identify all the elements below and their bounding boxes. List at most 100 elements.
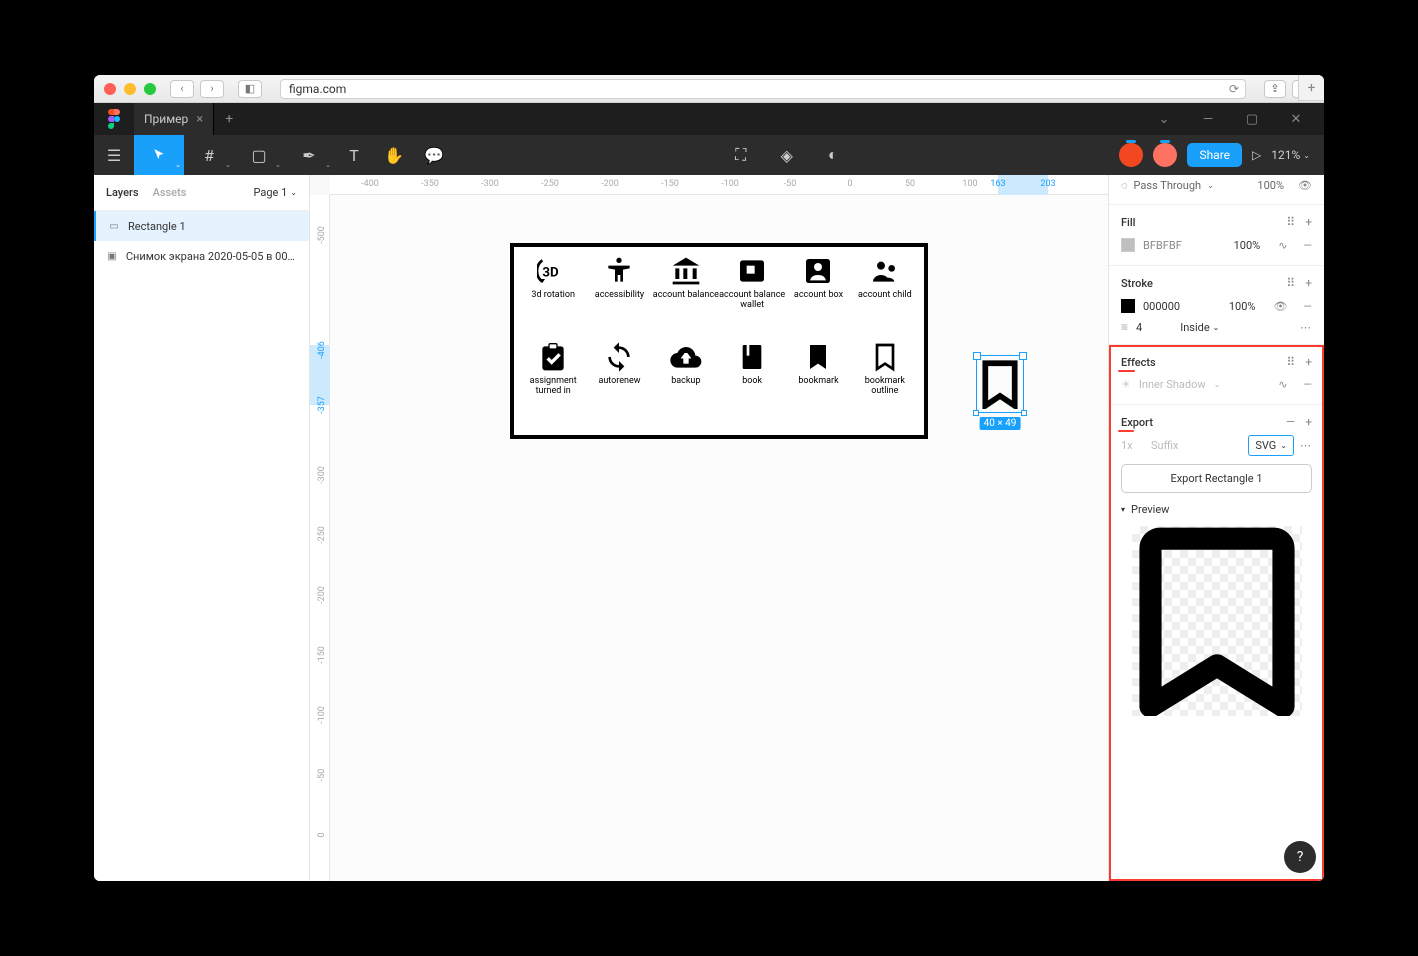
zoom-dropdown[interactable]: 121%⌄ xyxy=(1271,148,1310,162)
help-button[interactable]: ? xyxy=(1284,841,1316,873)
chevron-down-icon[interactable]: ⌄ xyxy=(1150,112,1178,127)
pen-tool[interactable]: ✒⌄ xyxy=(284,135,334,175)
icon-cell: backup xyxy=(653,341,719,427)
icon-cell: account box xyxy=(785,255,851,341)
visibility-icon[interactable]: 👁 xyxy=(1298,179,1312,192)
layer-opacity[interactable]: 100% xyxy=(1257,179,1284,192)
forward-button[interactable]: › xyxy=(200,80,224,98)
fill-hex[interactable]: BFBFBF xyxy=(1143,239,1182,252)
layer-blend-section: ◌ Pass Through ⌄ 100% 👁 xyxy=(1109,175,1324,205)
blend-mode[interactable]: Pass Through xyxy=(1134,179,1202,192)
pages-dropdown[interactable]: Page 1⌄ xyxy=(254,186,298,199)
document-tab[interactable]: Пример × xyxy=(134,103,214,135)
preview-toggle[interactable]: ▾ Preview xyxy=(1121,503,1312,516)
export-format-dropdown[interactable]: SVG⌄ xyxy=(1248,435,1294,456)
effect-type[interactable]: Inner Shadow xyxy=(1139,378,1206,391)
menu-button[interactable]: ☰ xyxy=(94,135,134,175)
stroke-advanced-icon[interactable]: ⋯ xyxy=(1300,321,1312,334)
share-icon[interactable]: ⇪ xyxy=(1264,80,1286,98)
selection-dimensions: 40 × 49 xyxy=(980,417,1021,430)
stroke-hex[interactable]: 000000 xyxy=(1143,300,1180,313)
edit-object-icon[interactable]: ⛶ xyxy=(721,135,761,175)
export-suffix[interactable]: Suffix xyxy=(1151,439,1242,452)
toolbar-right: Share ▷ 121%⌄ xyxy=(1119,143,1324,167)
effects-section: Effects ⠿+ ☀ Inner Shadow ⌄ ∿ — xyxy=(1109,345,1324,405)
export-advanced-icon[interactable]: ⋯ xyxy=(1300,439,1312,452)
avatar-user-1[interactable] xyxy=(1119,143,1143,167)
right-panel: ◌ Pass Through ⌄ 100% 👁 Fill ⠿+ BFBFBF 1… xyxy=(1108,175,1324,881)
remove-stroke-icon[interactable]: — xyxy=(1303,300,1312,313)
style-icon[interactable]: ⠿ xyxy=(1286,355,1295,369)
rectangle-icon: ▭ xyxy=(108,220,120,232)
canvas-area: -400 -350 -300 -250 -200 -150 -100 -50 0… xyxy=(310,175,1108,881)
toolbar: ☰ ⌄ #⌄ ▢⌄ ✒⌄ T ✋ 💬 ⛶ ◈ ◐ Share ▷ 121%⌄ xyxy=(94,135,1324,175)
stroke-visibility-icon[interactable]: 👁 xyxy=(1273,300,1287,313)
hand-tool[interactable]: ✋ xyxy=(374,135,414,175)
left-panel-tabs: Layers Assets Page 1⌄ xyxy=(94,175,309,211)
add-fill-icon[interactable]: + xyxy=(1305,215,1312,229)
blend-icon: ◌ xyxy=(1121,179,1128,192)
figma-logo-icon[interactable] xyxy=(94,103,134,135)
effect-settings-icon[interactable]: ☀ xyxy=(1121,378,1131,391)
stroke-weight[interactable]: 4 xyxy=(1136,321,1142,334)
add-stroke-icon[interactable]: + xyxy=(1305,276,1312,290)
icon-cell: bookmark outline xyxy=(852,341,918,427)
icon-cell: account balance xyxy=(653,255,719,341)
layer-row[interactable]: ▣ Снимок экрана 2020-05-05 в 00.... xyxy=(94,241,309,271)
figma-window-controls: ⌄ — ▢ ✕ xyxy=(1150,103,1324,135)
icon-cell: book xyxy=(719,341,785,427)
icon-cell: 3D3d rotation xyxy=(520,255,586,341)
comment-tool[interactable]: 💬 xyxy=(414,135,454,175)
shape-tool[interactable]: ▢⌄ xyxy=(234,135,284,175)
style-icon[interactable]: ⠿ xyxy=(1286,276,1295,290)
browser-chrome: ‹ › ◧ figma.com ⟳ ⇪ ⧉ + xyxy=(94,75,1324,103)
maximize-window-dot[interactable] xyxy=(144,83,156,95)
export-scale[interactable]: 1x xyxy=(1121,439,1145,452)
add-effect-icon[interactable]: + xyxy=(1305,355,1312,369)
back-button[interactable]: ‹ xyxy=(170,80,194,98)
stroke-swatch[interactable] xyxy=(1121,299,1135,313)
fill-opacity[interactable]: 100% xyxy=(1234,239,1261,252)
new-tab-button[interactable]: + xyxy=(1298,75,1324,101)
canvas[interactable]: 3D3d rotation accessibility account bala… xyxy=(330,195,1108,881)
export-preview xyxy=(1132,526,1302,716)
effect-visibility-icon[interactable]: ∿ xyxy=(1278,378,1287,391)
stroke-weight-icon: ≡ xyxy=(1121,320,1128,334)
text-tool[interactable]: T xyxy=(334,135,374,175)
move-tool[interactable]: ⌄ xyxy=(134,135,184,175)
url-text: figma.com xyxy=(289,82,346,96)
style-icon[interactable]: ⠿ xyxy=(1286,215,1295,229)
layers-tab[interactable]: Layers xyxy=(106,186,139,199)
minimize-icon[interactable]: — xyxy=(1194,112,1222,127)
avatar-user-2[interactable] xyxy=(1153,143,1177,167)
selected-object[interactable]: 40 × 49 xyxy=(976,355,1024,413)
close-window-dot[interactable] xyxy=(104,83,116,95)
share-button[interactable]: Share xyxy=(1187,143,1242,167)
restore-icon[interactable]: ▢ xyxy=(1238,112,1266,127)
sidebar-toggle[interactable]: ◧ xyxy=(238,80,262,98)
component-icon[interactable]: ◈ xyxy=(767,135,807,175)
export-title: Export xyxy=(1121,416,1153,429)
close-icon[interactable]: ✕ xyxy=(1282,112,1310,127)
frame-tool[interactable]: #⌄ xyxy=(184,135,234,175)
minimize-window-dot[interactable] xyxy=(124,83,136,95)
reload-icon[interactable]: ⟳ xyxy=(1229,82,1239,96)
effects-title: Effects xyxy=(1121,356,1156,369)
stroke-opacity[interactable]: 100% xyxy=(1229,300,1256,313)
assets-tab[interactable]: Assets xyxy=(153,186,187,199)
stroke-position[interactable]: Inside⌄ xyxy=(1180,321,1219,334)
new-figma-tab[interactable]: + xyxy=(214,103,244,135)
url-bar[interactable]: figma.com ⟳ xyxy=(280,79,1246,99)
collapse-export-icon[interactable]: — xyxy=(1286,415,1295,429)
close-tab-icon[interactable]: × xyxy=(196,112,203,127)
add-export-icon[interactable]: + xyxy=(1305,415,1312,429)
export-button[interactable]: Export Rectangle 1 xyxy=(1121,464,1312,493)
fill-visibility-icon[interactable]: ∿ xyxy=(1278,239,1287,252)
remove-effect-icon[interactable]: — xyxy=(1303,378,1312,391)
fill-swatch[interactable] xyxy=(1121,238,1135,252)
layer-row-selected[interactable]: ▭ Rectangle 1 xyxy=(94,211,309,241)
mask-icon[interactable]: ◐ xyxy=(813,135,853,175)
remove-fill-icon[interactable]: — xyxy=(1303,239,1312,252)
icon-cell: accessibility xyxy=(586,255,652,341)
present-icon[interactable]: ▷ xyxy=(1252,148,1261,162)
